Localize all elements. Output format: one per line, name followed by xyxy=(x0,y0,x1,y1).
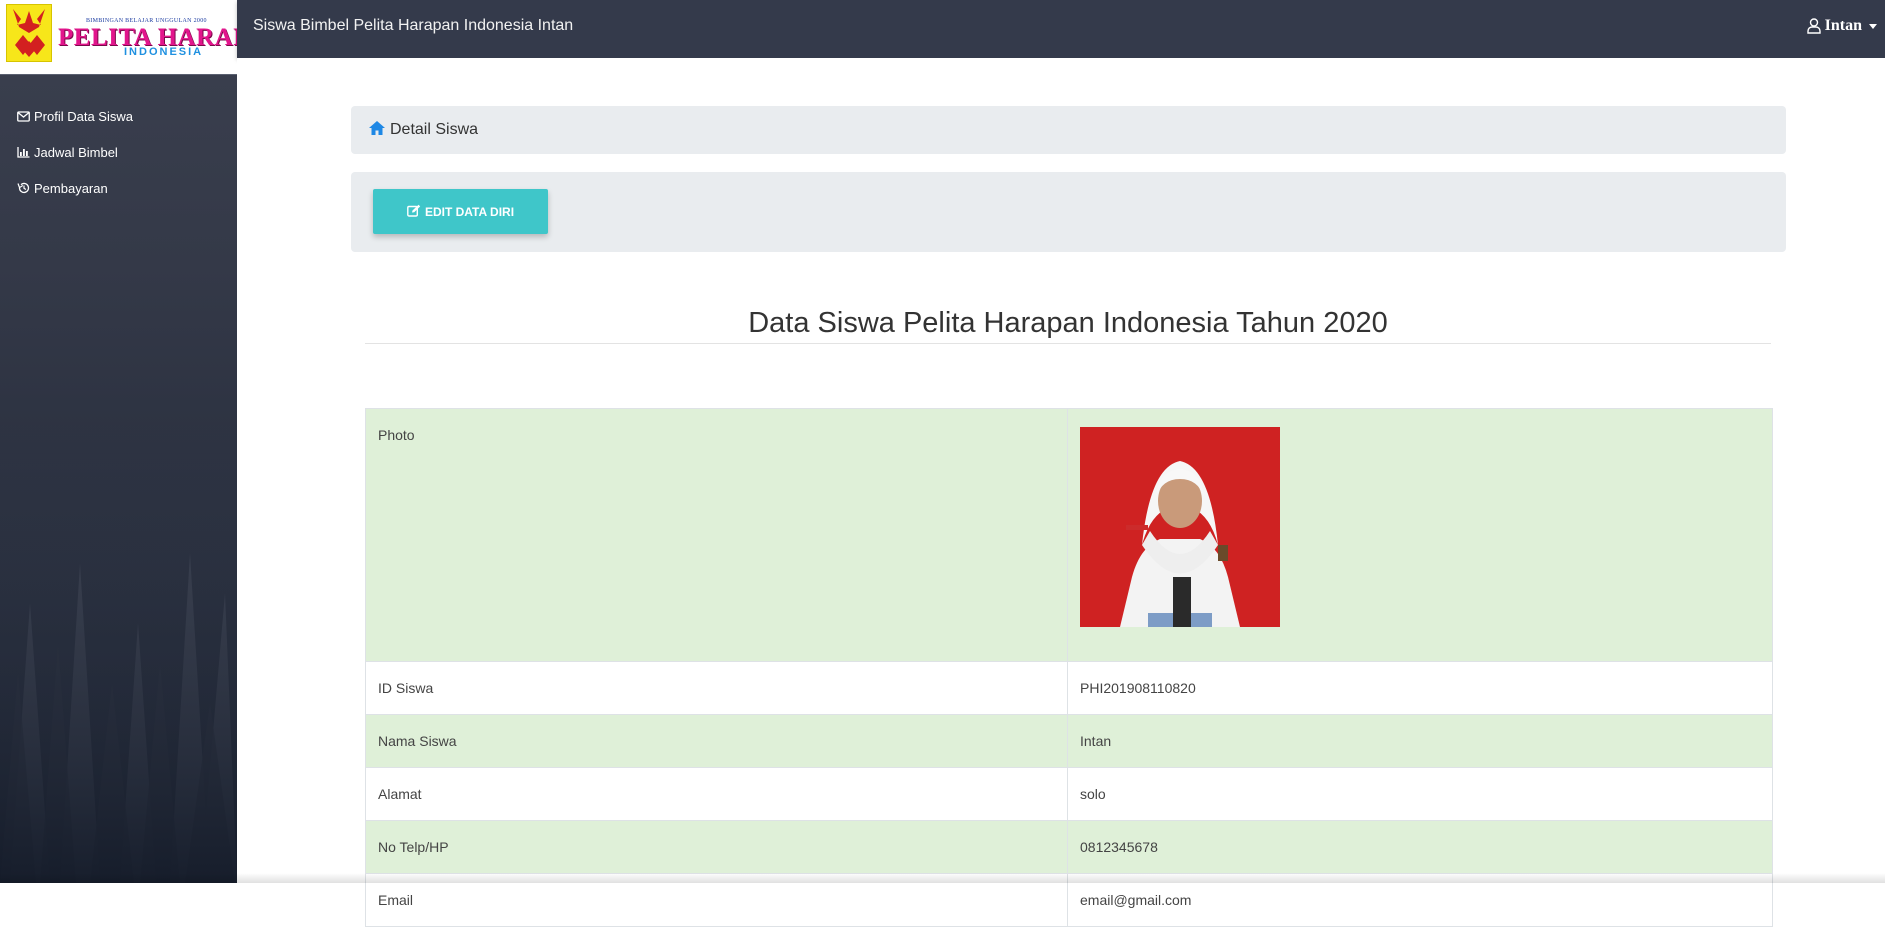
student-photo[interactable] xyxy=(1080,427,1280,627)
row-label: Alamat xyxy=(365,767,1068,821)
table-row: Nama Siswa Intan xyxy=(365,714,1773,768)
main-content: Detail Siswa EDIT DATA DIRI Data Siswa P… xyxy=(237,58,1885,927)
emblem-icon xyxy=(6,4,52,62)
row-value: solo xyxy=(1067,767,1773,821)
user-name: Intan xyxy=(1824,17,1862,34)
home-icon[interactable] xyxy=(368,120,386,141)
sidebar-item-profil-data-siswa[interactable]: Profil Data Siswa xyxy=(0,98,237,134)
sidebar-item-label: Pembayaran xyxy=(34,180,108,196)
row-label: Nama Siswa xyxy=(365,714,1068,768)
sidebar-item-pembayaran[interactable]: Pembayaran xyxy=(0,170,237,206)
history-icon xyxy=(17,182,31,194)
user-icon xyxy=(1806,18,1821,34)
app-title: Siswa Bimbel Pelita Harapan Indonesia In… xyxy=(253,17,574,34)
table-row: No Telp/HP 0812345678 xyxy=(365,820,1773,874)
logo-brand-sub: INDONESIA xyxy=(124,46,204,58)
sidebar-item-label: Jadwal Bimbel xyxy=(34,144,118,160)
student-detail-table: Photo ID Siswa PHI201908110820 Nama Sisw… xyxy=(365,408,1773,927)
row-label: No Telp/HP xyxy=(365,820,1068,874)
top-navbar: Siswa Bimbel Pelita Harapan Indonesia In… xyxy=(237,0,1885,58)
edit-icon xyxy=(407,204,421,220)
divider xyxy=(365,343,1771,344)
row-label: ID Siswa xyxy=(365,661,1068,715)
table-row: ID Siswa PHI201908110820 xyxy=(365,661,1773,715)
sidebar: BIMBINGAN BELAJAR UNGGULAN 2000 PELITA H… xyxy=(0,0,237,883)
table-row-photo: Photo xyxy=(365,408,1773,662)
row-value: Intan xyxy=(1067,714,1773,768)
sidebar-item-label: Profil Data Siswa xyxy=(34,108,133,124)
forest-background xyxy=(0,423,237,883)
table-row: Alamat solo xyxy=(365,767,1773,821)
page-title: Data Siswa Pelita Harapan Indonesia Tahu… xyxy=(748,307,1388,340)
sidebar-item-jadwal-bimbel[interactable]: Jadwal Bimbel xyxy=(0,134,237,170)
photo-cell xyxy=(1067,408,1773,662)
row-value: PHI201908110820 xyxy=(1067,661,1773,715)
chevron-down-icon xyxy=(1869,23,1877,29)
brand-logo[interactable]: BIMBINGAN BELAJAR UNGGULAN 2000 PELITA H… xyxy=(0,0,237,75)
bar-chart-icon xyxy=(17,146,31,158)
breadcrumb: Detail Siswa xyxy=(351,106,1786,154)
envelope-icon xyxy=(17,110,31,122)
row-value: 0812345678 xyxy=(1067,820,1773,874)
action-bar: EDIT DATA DIRI xyxy=(351,172,1786,252)
edit-button-label: EDIT DATA DIRI xyxy=(424,204,515,219)
viewport-edge-shadow xyxy=(0,873,1885,883)
sidebar-nav: Profil Data Siswa Jadwal Bimbel Pembayar… xyxy=(0,98,237,206)
photo-label: Photo xyxy=(365,408,1068,662)
user-menu-dropdown[interactable]: Intan xyxy=(1806,14,1877,38)
breadcrumb-label: Detail Siswa xyxy=(390,121,479,138)
edit-data-diri-button[interactable]: EDIT DATA DIRI xyxy=(373,189,548,234)
